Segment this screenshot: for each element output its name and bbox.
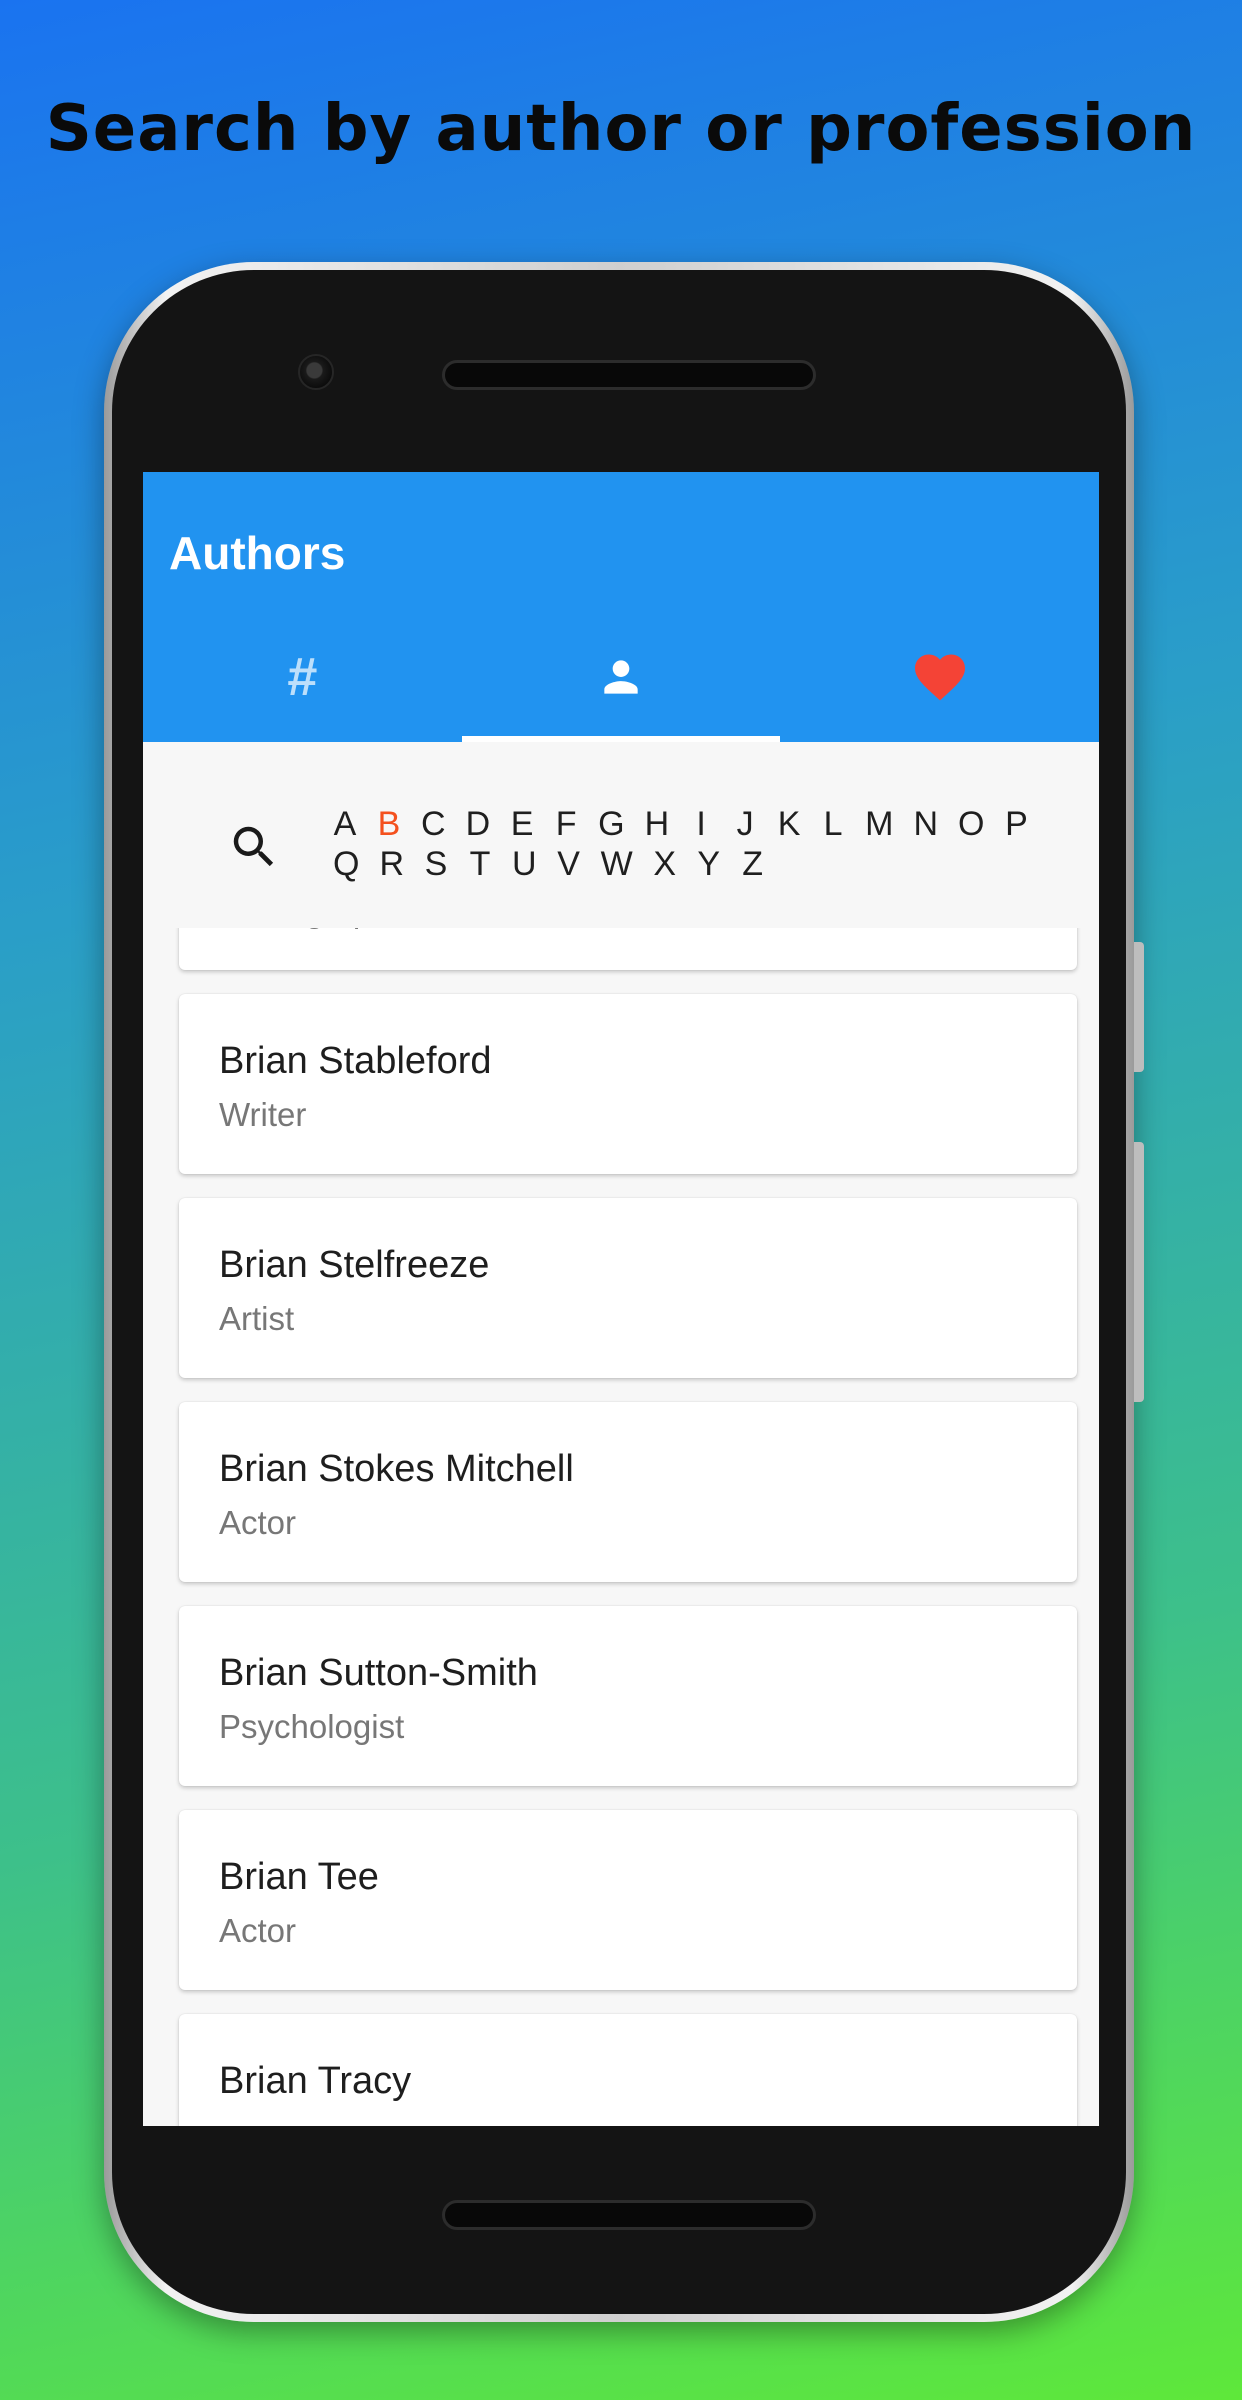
author-profession: Psychologist [219, 1708, 405, 1745]
letter-w[interactable]: W [591, 844, 643, 884]
letter-c[interactable]: C [411, 804, 456, 844]
tab-categories[interactable]: # [143, 612, 462, 742]
letter-j[interactable]: J [723, 804, 767, 844]
app-bar: Authors # [143, 472, 1099, 742]
author-card[interactable]: Brian Tee Actor [179, 1810, 1077, 1990]
author-name: Brian Stelfreeze [219, 1244, 490, 1286]
page-title: Authors [169, 527, 346, 579]
author-name: Brian Sutton-Smith [219, 1652, 538, 1694]
author-list: PhotographerBrian StablefordWriterBrian … [143, 928, 1099, 2126]
letter-h[interactable]: H [635, 804, 680, 844]
author-profession: Actor [219, 1504, 297, 1541]
author-card[interactable]: Brian Sutton-Smith Psychologist [179, 1606, 1077, 1786]
author-name: Brian Stokes Mitchell [219, 1448, 574, 1490]
letter-y[interactable]: Y [687, 844, 731, 884]
author-card[interactable]: Brian Stableford Writer [179, 994, 1077, 1174]
letter-a[interactable]: A [323, 804, 367, 844]
alphabet-filter-bar: ABCDEFGHIJKLMNOP QRSTUVWXYZ [143, 742, 1099, 928]
letter-e[interactable]: E [500, 804, 544, 844]
author-profession: Artist [219, 1300, 295, 1337]
hash-icon: # [287, 647, 318, 707]
bottom-speaker [442, 2200, 816, 2230]
letter-o[interactable]: O [948, 804, 994, 844]
author-name: Brian Stableford [219, 1040, 492, 1082]
tab-authors[interactable] [461, 612, 781, 742]
letter-g[interactable]: G [588, 804, 634, 844]
volume-button [1134, 942, 1144, 1072]
author-card[interactable]: Brian Stelfreeze Artist [179, 1198, 1077, 1378]
letter-x[interactable]: X [643, 844, 687, 884]
power-button [1134, 1142, 1144, 1402]
author-name: Brian Tee [219, 1856, 379, 1898]
promo-headline: Search by author or profession [45, 92, 1197, 166]
author-card[interactable]: Brian Tracy [179, 2014, 1077, 2126]
letter-r[interactable]: R [369, 844, 414, 884]
letter-q[interactable]: Q [323, 844, 369, 884]
letter-b[interactable]: B [367, 804, 411, 844]
letter-u[interactable]: U [502, 844, 547, 884]
app-screen: Authors # ABCDEFGHIJKLMNOP QRSTUVWXYZ Pho… [143, 472, 1099, 2126]
letter-t[interactable]: T [458, 844, 502, 884]
search-icon[interactable] [227, 820, 281, 874]
earpiece-speaker [442, 360, 816, 390]
author-profession: Writer [219, 1096, 307, 1133]
letter-v[interactable]: V [547, 844, 591, 884]
person-icon [604, 660, 638, 694]
letter-p[interactable]: P [994, 804, 1038, 844]
letter-n[interactable]: N [903, 804, 948, 844]
author-profession: Photographer [219, 928, 419, 930]
letter-i[interactable]: I [679, 804, 723, 844]
letter-f[interactable]: F [544, 804, 588, 844]
tab-favorites[interactable] [780, 612, 1099, 742]
camera-icon [298, 354, 334, 390]
letter-k[interactable]: K [767, 804, 811, 844]
letter-m[interactable]: M [855, 804, 903, 844]
letter-s[interactable]: S [414, 844, 458, 884]
alphabet-letter-list: ABCDEFGHIJKLMNOP QRSTUVWXYZ [323, 804, 1063, 884]
heart-icon [914, 654, 965, 701]
letter-d[interactable]: D [456, 804, 501, 844]
author-card[interactable]: Brian Stokes Mitchell Actor [179, 1402, 1077, 1582]
tab-bar: # [143, 612, 1099, 742]
author-profession: Actor [219, 1912, 297, 1949]
letter-l[interactable]: L [811, 804, 855, 844]
letter-z[interactable]: Z [731, 844, 775, 884]
author-name: Brian Tracy [219, 2060, 412, 2102]
author-card[interactable]: Photographer [179, 928, 1077, 970]
